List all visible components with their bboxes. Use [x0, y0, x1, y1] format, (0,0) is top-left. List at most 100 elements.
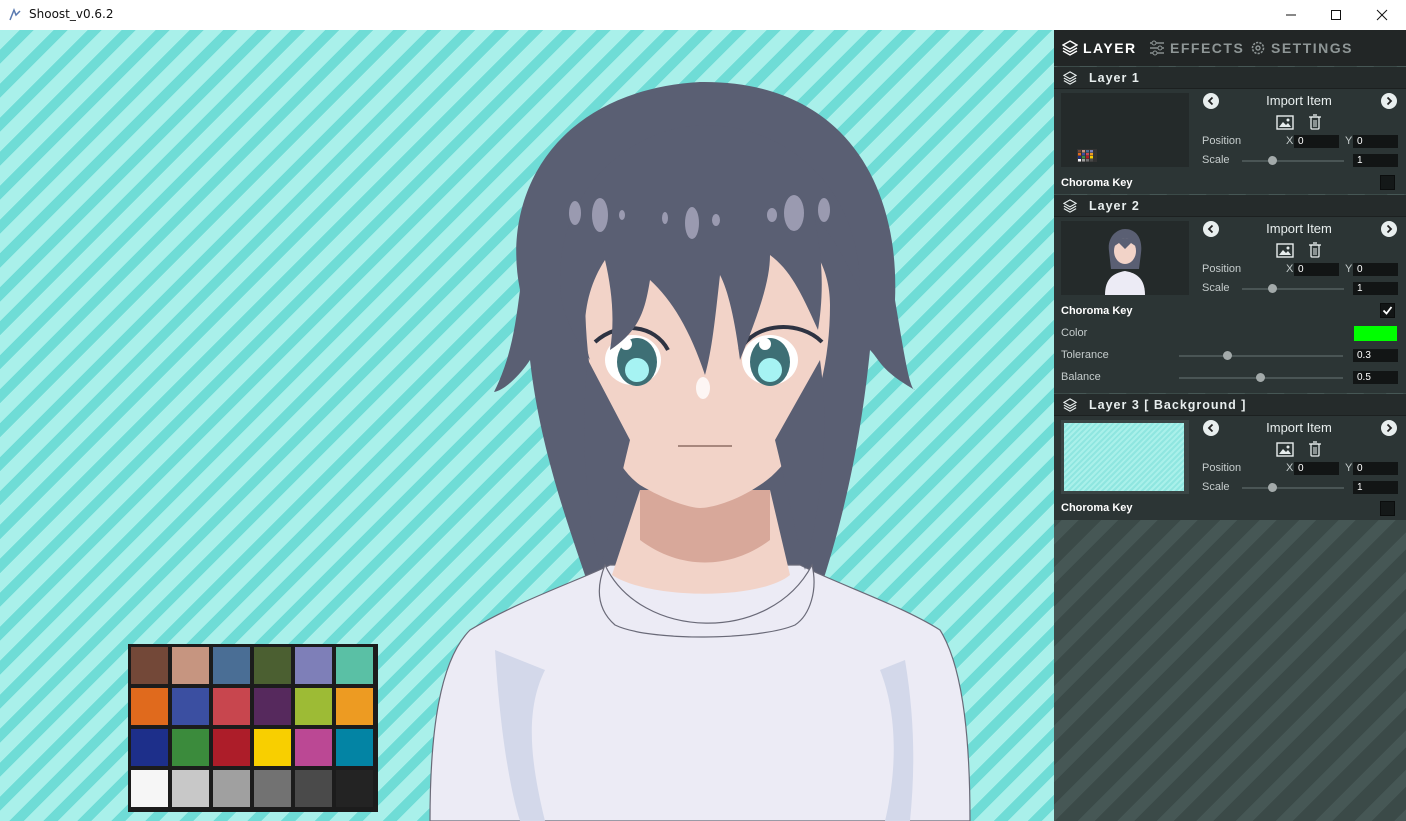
layer-1-thumbnail[interactable]: [1061, 93, 1189, 167]
palette-swatch: [295, 729, 332, 766]
trash-icon[interactable]: [1306, 441, 1324, 457]
balance-slider-handle[interactable]: [1256, 373, 1265, 382]
image-icon[interactable]: [1276, 242, 1294, 258]
maximize-button[interactable]: [1313, 0, 1359, 30]
position-label: Position: [1202, 462, 1242, 474]
chroma-key-label: Choroma Key: [1061, 177, 1133, 189]
tab-layer[interactable]: LAYER: [1062, 40, 1137, 56]
scale-input[interactable]: 1: [1353, 481, 1398, 494]
tolerance-label: Tolerance: [1061, 349, 1109, 361]
minimize-icon: [1286, 14, 1296, 16]
layers-icon: [1062, 40, 1078, 56]
y-label: Y: [1345, 462, 1353, 474]
scale-input[interactable]: 1: [1353, 154, 1398, 167]
chevron-left-icon: [1207, 224, 1214, 234]
palette-swatch: [254, 729, 291, 766]
close-button[interactable]: [1359, 0, 1405, 30]
palette-swatch: [172, 729, 209, 766]
position-y-input[interactable]: 0: [1353, 462, 1398, 475]
next-item-button[interactable]: [1381, 221, 1397, 237]
layers-icon: [1063, 397, 1077, 412]
palette-swatch: [336, 770, 373, 807]
image-icon[interactable]: [1276, 114, 1294, 130]
layer-2-thumbnail[interactable]: [1061, 221, 1189, 295]
palette-swatch: [254, 647, 291, 684]
position-y-input[interactable]: 0: [1353, 263, 1398, 276]
import-item-label[interactable]: Import Item: [1244, 221, 1354, 236]
shoost-app-icon: [9, 8, 21, 21]
palette-thumbnail-image: [1077, 149, 1097, 162]
color-checker-palette: [128, 644, 378, 812]
preview-canvas[interactable]: [0, 30, 1054, 821]
maximize-icon: [1331, 10, 1341, 20]
scale-slider-handle[interactable]: [1268, 284, 1277, 293]
chroma-key-checkbox[interactable]: [1380, 303, 1395, 318]
position-x-input[interactable]: 0: [1294, 462, 1339, 475]
chroma-key-checkbox[interactable]: [1380, 175, 1395, 190]
tab-effects[interactable]: EFFECTS: [1149, 40, 1244, 56]
tab-layer-label: LAYER: [1083, 40, 1137, 56]
palette-swatch: [254, 688, 291, 725]
prev-item-button[interactable]: [1203, 221, 1219, 237]
layer-2-header[interactable]: Layer 2: [1054, 195, 1406, 217]
scale-slider-handle[interactable]: [1268, 156, 1277, 165]
layer-1-section: Layer 1 Import Item Position X 0 Y 0 Sca…: [1054, 67, 1406, 194]
tab-settings[interactable]: SETTINGS: [1250, 40, 1353, 56]
position-x-input[interactable]: 0: [1294, 135, 1339, 148]
scale-slider[interactable]: [1242, 160, 1344, 162]
scale-label: Scale: [1202, 282, 1230, 294]
layer-3-header[interactable]: Layer 3 [ Background ]: [1054, 394, 1406, 416]
chroma-key-label: Choroma Key: [1061, 305, 1133, 317]
scale-label: Scale: [1202, 154, 1230, 166]
layers-icon: [1063, 198, 1077, 213]
palette-swatch: [336, 729, 373, 766]
x-label: X: [1286, 462, 1294, 474]
palette-swatch: [336, 688, 373, 725]
chevron-right-icon: [1386, 224, 1393, 234]
palette-swatch: [131, 729, 168, 766]
background-thumbnail-image: [1064, 423, 1184, 491]
scale-slider-handle[interactable]: [1268, 483, 1277, 492]
trash-icon[interactable]: [1306, 242, 1324, 258]
chroma-key-checkbox[interactable]: [1380, 501, 1395, 516]
palette-swatch: [295, 688, 332, 725]
layer-2-title: Layer 2: [1089, 198, 1140, 213]
title-bar: Shoost_v0.6.2: [0, 0, 1406, 30]
position-y-input[interactable]: 0: [1353, 135, 1398, 148]
palette-swatch: [172, 688, 209, 725]
minimize-button[interactable]: [1268, 0, 1314, 30]
layer-3-thumbnail[interactable]: [1061, 420, 1189, 494]
balance-input[interactable]: 0.5: [1353, 371, 1398, 384]
position-label: Position: [1202, 135, 1242, 147]
scale-slider[interactable]: [1242, 288, 1344, 290]
character-thumbnail-image: [1105, 229, 1145, 295]
position-label: Position: [1202, 263, 1242, 275]
layer-2-section: Layer 2 Import Item Position X 0 Y 0 Sca…: [1054, 195, 1406, 393]
next-item-button[interactable]: [1381, 93, 1397, 109]
y-label: Y: [1345, 135, 1353, 147]
trash-icon[interactable]: [1306, 114, 1324, 130]
layer-1-header[interactable]: Layer 1: [1054, 67, 1406, 89]
palette-swatch: [131, 688, 168, 725]
chroma-color-picker[interactable]: [1354, 326, 1397, 341]
import-item-label[interactable]: Import Item: [1244, 93, 1354, 108]
position-x-input[interactable]: 0: [1294, 263, 1339, 276]
tolerance-input[interactable]: 0.3: [1353, 349, 1398, 362]
tab-effects-label: EFFECTS: [1170, 40, 1245, 56]
next-item-button[interactable]: [1381, 420, 1397, 436]
tolerance-slider-handle[interactable]: [1223, 351, 1232, 360]
layers-icon: [1063, 70, 1077, 85]
tolerance-slider[interactable]: [1179, 355, 1343, 357]
palette-swatch: [213, 770, 250, 807]
scale-input[interactable]: 1: [1353, 282, 1398, 295]
chevron-right-icon: [1386, 96, 1393, 106]
layer-3-title: Layer 3 [ Background ]: [1089, 397, 1247, 412]
chevron-left-icon: [1207, 96, 1214, 106]
image-icon[interactable]: [1276, 441, 1294, 457]
prev-item-button[interactable]: [1203, 93, 1219, 109]
x-label: X: [1286, 135, 1294, 147]
palette-swatch: [213, 729, 250, 766]
prev-item-button[interactable]: [1203, 420, 1219, 436]
import-item-label[interactable]: Import Item: [1244, 420, 1354, 435]
scale-slider[interactable]: [1242, 487, 1344, 489]
